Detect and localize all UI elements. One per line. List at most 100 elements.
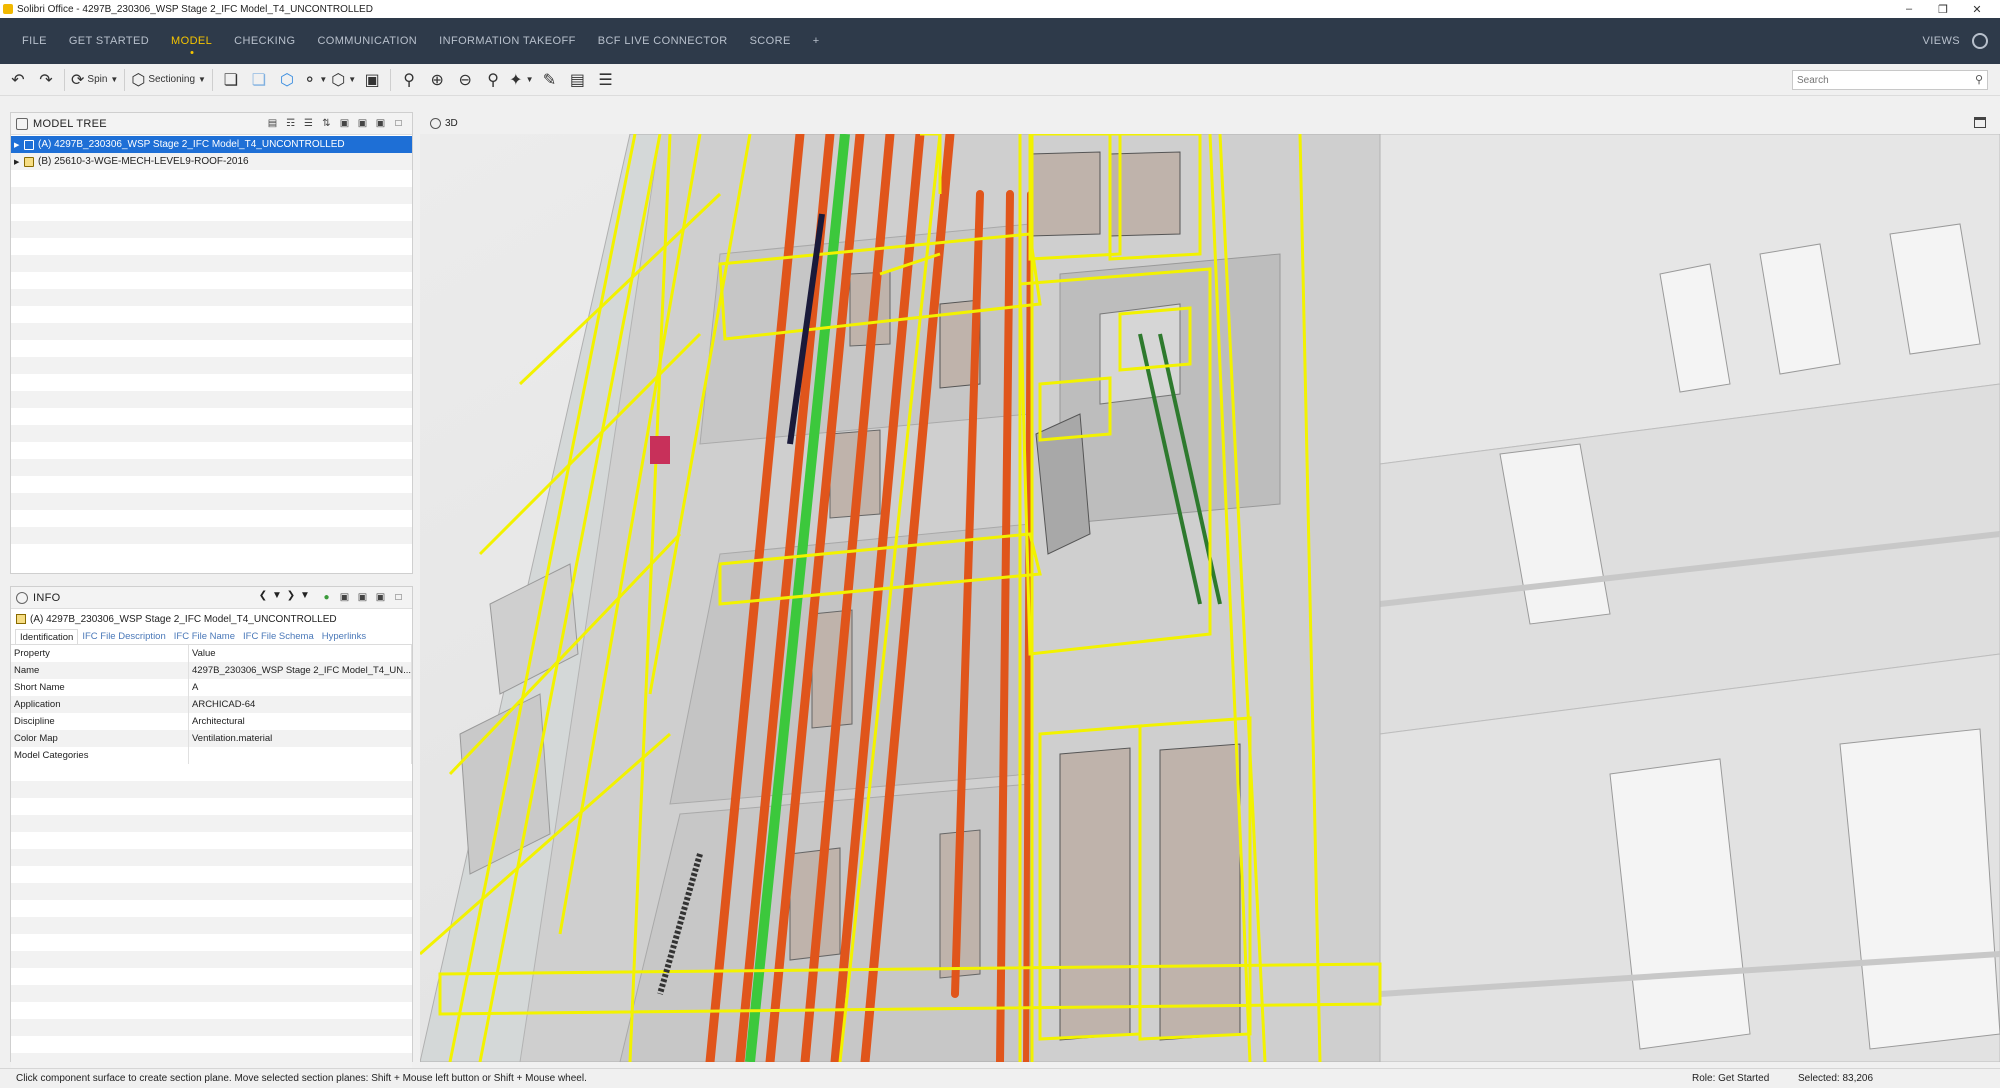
list-view-icon[interactable]: ☰ [301, 117, 316, 131]
selection-mode-button[interactable]: ✦ ▼ [509, 68, 533, 92]
table-row[interactable]: Application ARCHICAD-64 [11, 696, 412, 713]
property-value: A [188, 679, 412, 696]
wireframe-button[interactable]: ⬡ [275, 68, 299, 92]
column-header-value[interactable]: Value [188, 645, 412, 662]
views-button[interactable]: VIEWS [1923, 18, 1960, 64]
status-selected-count: Selected: 83,206 [1798, 1073, 1874, 1084]
menu-communication[interactable]: COMMUNICATION [306, 18, 428, 64]
zoom-fit-button[interactable]: ⚲ [397, 68, 421, 92]
history-dropdown-icon[interactable]: ▼ [270, 590, 284, 601]
tree-view-icon[interactable]: ▤ [265, 117, 280, 131]
expand-arrow-icon[interactable]: ▶ [14, 158, 24, 166]
model-icon[interactable]: ▣ [373, 117, 388, 131]
zoom-out-button[interactable]: ⊖ [453, 68, 477, 92]
measure-button[interactable]: ✎ [537, 68, 561, 92]
layers-button[interactable]: ☰ [593, 68, 617, 92]
info-file-name: (A) 4297B_230306_WSP Stage 2_IFC Model_T… [30, 613, 337, 625]
visibility-button[interactable]: ⚬ ▼ [303, 68, 327, 92]
maximize-panel-icon[interactable]: □ [391, 591, 406, 605]
3d-model-render[interactable] [420, 134, 2000, 1062]
info-panel: INFO ❮ ▼ ❯ ▼ ● ▣ ▣ ▣ □ (A) 4297B_230306_… [10, 586, 413, 1087]
table-row[interactable]: Model Categories [11, 747, 412, 764]
property-name: Short Name [11, 679, 189, 696]
zoom-in-icon: ⊕ [430, 71, 444, 89]
transparency-button[interactable]: ❏ [247, 68, 271, 92]
maximize-button[interactable]: ❐ [1926, 3, 1960, 16]
tree-row-model-a[interactable]: ▶ (A) 4297B_230306_WSP Stage 2_IFC Model… [11, 136, 412, 153]
view-cube-button[interactable]: ⬡ ▼ [331, 68, 356, 92]
3d-view-header: 3D [420, 112, 2000, 134]
layers-icon: ☰ [598, 71, 613, 89]
tab-ifc-file-name[interactable]: IFC File Name [170, 629, 239, 644]
column-header-property[interactable]: Property [11, 645, 189, 662]
property-table-header: Property Value [11, 645, 412, 662]
perspective-button[interactable]: ▣ [360, 68, 384, 92]
views-icon[interactable] [1972, 33, 1988, 49]
hierarchy-icon[interactable]: ☶ [283, 117, 298, 131]
property-value: 4297B_230306_WSP Stage 2_IFC Model_T4_UN… [188, 662, 412, 679]
sort-icon[interactable]: ⇅ [319, 117, 334, 131]
cube-outline-icon: ⬡ [279, 71, 294, 89]
menu-bcf-live-connector[interactable]: BCF LIVE CONNECTOR [587, 18, 739, 64]
table-row[interactable]: Short Name A [11, 679, 412, 696]
forward-icon[interactable]: ❯ [284, 590, 298, 601]
table-row[interactable]: Discipline Architectural [11, 713, 412, 730]
menu-get-started[interactable]: GET STARTED [58, 18, 160, 64]
3d-view-title: 3D [445, 117, 458, 129]
zoom-selected-button[interactable]: ⚲ [481, 68, 505, 92]
link-icon[interactable]: ● [319, 591, 334, 605]
tab-identification[interactable]: Identification [15, 629, 79, 644]
model-icon[interactable]: ▣ [373, 591, 388, 605]
add-tab-button[interactable]: + [802, 18, 831, 64]
property-name: Model Categories [11, 747, 189, 764]
floor-plan-button[interactable]: ▤ [565, 68, 589, 92]
menu-file[interactable]: FILE [11, 18, 58, 64]
model-tree-rows: ▶ (A) 4297B_230306_WSP Stage 2_IFC Model… [11, 136, 412, 573]
search-box[interactable]: ⚲ [1792, 70, 1988, 90]
tab-ifc-file-schema[interactable]: IFC File Schema [239, 629, 318, 644]
maximize-view-icon[interactable] [1974, 117, 1986, 128]
model-icon[interactable]: ▣ [337, 591, 352, 605]
tab-ifc-file-description[interactable]: IFC File Description [78, 629, 169, 644]
tree-empty-stripes [11, 170, 412, 561]
expand-arrow-icon[interactable]: ▶ [14, 141, 24, 149]
table-row[interactable]: Name 4297B_230306_WSP Stage 2_IFC Model_… [11, 662, 412, 679]
toolbar-separator [124, 68, 126, 91]
tab-hyperlinks[interactable]: Hyperlinks [318, 629, 370, 644]
title-bar: Solibri Office - 4297B_230306_WSP Stage … [0, 0, 2000, 18]
chevron-down-icon[interactable]: ▼ [110, 75, 118, 84]
minimize-button[interactable]: – [1892, 3, 1926, 15]
chevron-down-icon[interactable]: ▼ [526, 75, 534, 84]
chevron-down-icon[interactable]: ▼ [319, 75, 327, 84]
cube-icon: ⬡ [331, 71, 346, 89]
tree-row-model-b[interactable]: ▶ (B) 25610-3-WGE-MECH-LEVEL9-ROOF-2016 [11, 153, 412, 170]
maximize-panel-icon[interactable]: □ [391, 117, 406, 131]
toolbar-separator [64, 68, 65, 91]
model-icon[interactable]: ▣ [355, 117, 370, 131]
back-icon[interactable]: ❮ [256, 590, 270, 601]
close-button[interactable]: ✕ [1960, 3, 1994, 16]
chevron-down-icon[interactable]: ▼ [348, 75, 356, 84]
table-row[interactable]: Color Map Ventilation.material [11, 730, 412, 747]
3d-canvas[interactable] [420, 134, 2000, 1062]
menu-score[interactable]: SCORE [739, 18, 802, 64]
zoom-in-button[interactable]: ⊕ [425, 68, 449, 92]
window-title: Solibri Office - 4297B_230306_WSP Stage … [17, 3, 373, 15]
search-input[interactable] [1793, 71, 1963, 89]
chevron-down-icon[interactable]: ▼ [198, 75, 206, 84]
redo-button[interactable]: ↷ [34, 68, 58, 92]
show-components-button[interactable]: ❏ [219, 68, 243, 92]
menu-checking[interactable]: CHECKING [223, 18, 306, 64]
3d-view-icon [430, 117, 441, 129]
model-icon[interactable]: ▣ [355, 591, 370, 605]
cursor-icon: ✦ [509, 71, 523, 89]
search-icon[interactable]: ⚲ [1975, 73, 1983, 86]
menu-model[interactable]: MODEL [160, 18, 223, 64]
spin-button[interactable]: ⟳ Spin ▼ [71, 68, 118, 92]
undo-button[interactable]: ↶ [6, 68, 30, 92]
menu-information-takeoff[interactable]: INFORMATION TAKEOFF [428, 18, 587, 64]
history-dropdown-icon[interactable]: ▼ [298, 590, 312, 601]
property-value: Ventilation.material [188, 730, 412, 747]
model-icon[interactable]: ▣ [337, 117, 352, 131]
sectioning-button[interactable]: ⬡ Sectioning ▼ [131, 68, 206, 92]
